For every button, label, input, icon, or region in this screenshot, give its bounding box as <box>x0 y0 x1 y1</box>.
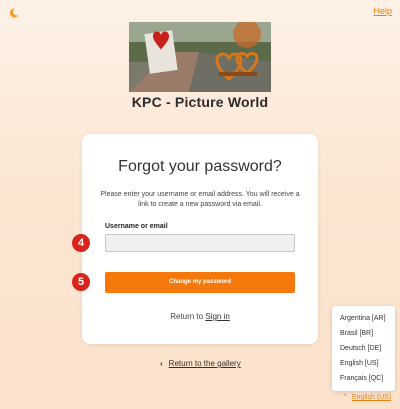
language-option-br[interactable]: Brasil [BR] <box>332 326 395 341</box>
language-option-de[interactable]: Deutsch [DE] <box>332 341 395 356</box>
language-option-qc[interactable]: Français [QC] <box>332 371 395 386</box>
gallery-link-label: Return to the gallery <box>168 359 241 368</box>
signin-link[interactable]: Sign in <box>205 312 229 321</box>
change-password-button[interactable]: Change my password <box>105 272 295 293</box>
return-prefix: Return to <box>170 312 204 321</box>
language-option-us[interactable]: English [US] <box>332 356 395 371</box>
language-selected-label: English (US) <box>351 394 392 401</box>
return-to-signin: Return to Sign in <box>82 312 318 321</box>
language-selector[interactable]: ⌃ English (US) <box>342 393 391 401</box>
step-badge-5: 5 <box>72 273 90 291</box>
forgot-password-card: Forgot your password? Please enter your … <box>82 134 318 344</box>
site-title: KPC - Picture World <box>131 94 269 110</box>
return-to-gallery-link[interactable]: ‹ Return to the gallery <box>160 359 241 368</box>
card-title: Forgot your password? <box>118 158 282 175</box>
step-badge-4: 4 <box>72 234 90 252</box>
username-email-input[interactable] <box>105 234 295 252</box>
card-description: Please enter your username or email addr… <box>100 191 300 208</box>
chevron-left-icon: ‹ <box>160 359 163 368</box>
chevron-up-icon: ⌃ <box>342 394 348 401</box>
banner-image <box>129 22 271 92</box>
language-option-ar[interactable]: Argentina [AR] <box>332 311 395 326</box>
help-link[interactable]: Help <box>373 6 392 16</box>
username-email-label: Username or email <box>105 223 168 230</box>
moon-logo-icon[interactable] <box>8 7 20 19</box>
language-menu: Argentina [AR] Brasil [BR] Deutsch [DE] … <box>332 306 395 391</box>
